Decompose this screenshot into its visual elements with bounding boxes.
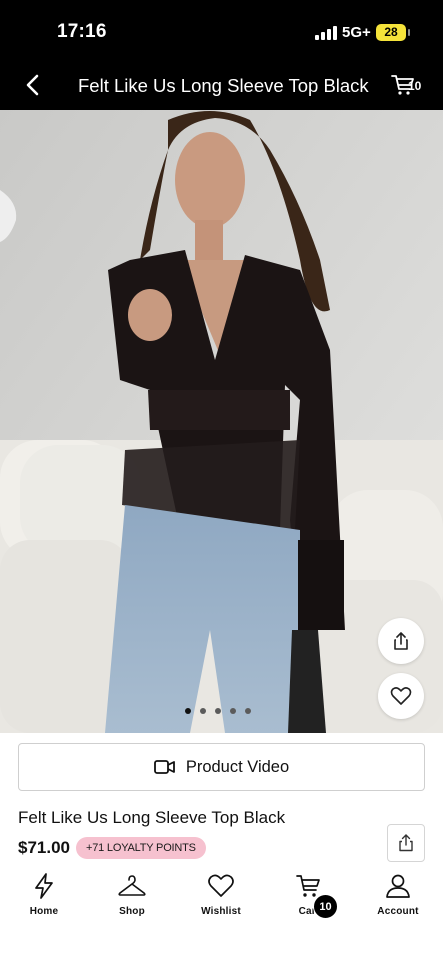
product-photo xyxy=(0,110,443,733)
heart-icon xyxy=(390,687,412,705)
product-video-label: Product Video xyxy=(185,757,290,776)
product-title: Felt Like Us Long Sleeve Top Black xyxy=(18,808,286,827)
product-image-gallery[interactable] xyxy=(0,110,443,733)
wishlist-button[interactable] xyxy=(378,673,424,719)
battery-icon: 28 xyxy=(376,24,410,41)
product-price: $71.00 xyxy=(18,838,70,857)
user-icon xyxy=(386,874,410,898)
nav-account[interactable]: Account xyxy=(363,866,433,917)
product-video-button[interactable]: Product Video xyxy=(18,743,425,791)
nav-home[interactable]: Home xyxy=(9,866,79,917)
nav-home-label: Home xyxy=(29,906,59,917)
nav-shop-label: Shop xyxy=(119,906,145,917)
share-button[interactable] xyxy=(378,618,424,664)
pagination-dot[interactable] xyxy=(245,708,251,714)
video-camera-icon xyxy=(153,760,175,774)
nav-account-label: Account xyxy=(377,906,419,917)
hanger-icon xyxy=(118,875,146,896)
header-title: Felt Like Us Long Sleeve Top Black xyxy=(78,75,369,96)
gallery-pagination xyxy=(185,708,251,714)
pagination-dot[interactable] xyxy=(215,708,221,714)
back-button[interactable] xyxy=(22,72,46,98)
header-cart-count: 10 xyxy=(408,79,422,93)
nav-wishlist-label: Wishlist xyxy=(201,906,241,917)
product-share-button[interactable] xyxy=(387,824,425,862)
network-label: 5G+ xyxy=(342,24,371,41)
heart-icon xyxy=(208,874,234,897)
bottom-nav: Home Shop Wishlist Cart Account xyxy=(0,866,443,960)
nav-shop[interactable]: Shop xyxy=(97,866,167,917)
loyalty-points-badge: +71 LOYALTY POINTS xyxy=(76,837,206,859)
top-bar: 17:16 5G+ 28 Felt Like Us Long Sleeve To… xyxy=(0,0,443,110)
status-time: 17:16 xyxy=(57,21,107,42)
share-icon xyxy=(399,834,413,852)
pagination-dot[interactable] xyxy=(200,708,206,714)
chevron-left-icon xyxy=(26,74,39,96)
pagination-dot[interactable] xyxy=(230,708,236,714)
pagination-dot[interactable] xyxy=(185,708,191,714)
signal-icon xyxy=(315,26,337,40)
cart-count-badge: 10 xyxy=(313,894,338,919)
lightning-icon xyxy=(35,873,53,899)
nav-wishlist[interactable]: Wishlist xyxy=(186,866,256,917)
share-icon xyxy=(394,632,408,650)
